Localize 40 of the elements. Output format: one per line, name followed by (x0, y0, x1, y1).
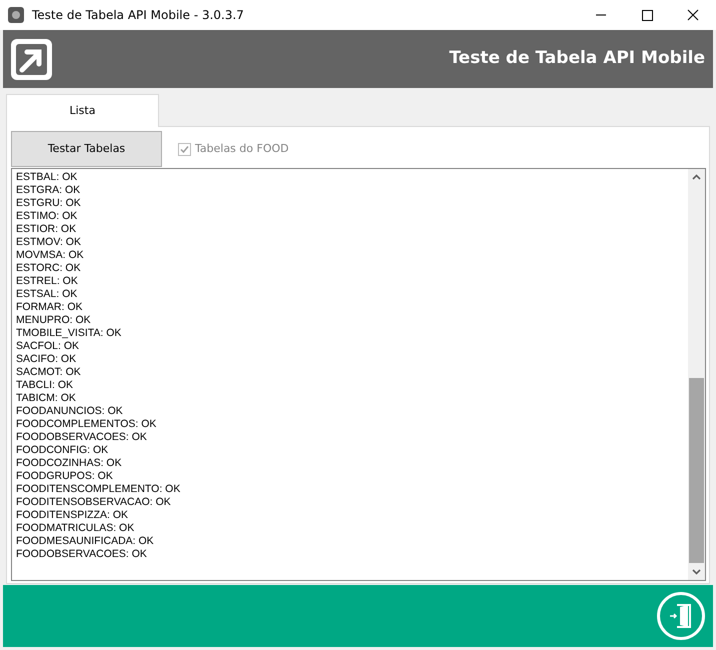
scrollbar[interactable] (688, 169, 705, 580)
log-line: ESTORC: OK (16, 262, 82, 275)
exit-button[interactable] (657, 592, 705, 640)
log-line: FOODGRUPOS: OK (16, 470, 114, 483)
log-line: FOODOBSERVACOES: OK (16, 431, 148, 444)
log-line: MOVMSA: OK (16, 249, 85, 262)
window-title: Teste de Tabela API Mobile - 3.0.3.7 (32, 7, 244, 24)
log-line: ESTREL: OK (16, 275, 79, 288)
log-line: ESTMOV: OK (16, 236, 82, 249)
log-line: MENUPRO: OK (16, 314, 92, 327)
log-line: ESTBAL: OK (16, 171, 78, 184)
log-line: ESTGRU: OK (16, 197, 82, 210)
log-line: TABCLI: OK (16, 379, 74, 392)
log-line: SACIFO: OK (16, 353, 78, 366)
log-line: ESTIOR: OK (16, 223, 78, 236)
log-line: ESTIMO: OK (16, 210, 78, 223)
header-title: Teste de Tabela API Mobile (449, 47, 705, 70)
log-line: FOODITENSCOMPLEMENTO: OK (16, 483, 182, 496)
logo-icon (11, 38, 52, 80)
log-line: FOODOBSERVACOES: OK (16, 548, 148, 561)
log-line: FOODMESAUNIFICADA: OK (16, 535, 155, 548)
log-line: FOODCOZINHAS: OK (16, 457, 123, 470)
app-icon (8, 7, 24, 23)
log-line: FOODCONFIG: OK (16, 444, 110, 457)
log-line: TABICM: OK (16, 392, 77, 405)
log-line: ESTSAL: OK (16, 288, 78, 301)
log-line: SACMOT: OK (16, 366, 82, 379)
log-line: FOODMATRICULAS: OK (16, 522, 136, 535)
scroll-thumb[interactable] (689, 378, 704, 563)
log-line: ESTGRA: OK (16, 184, 82, 197)
checkbox-label: Tabelas do FOOD (195, 140, 289, 157)
log-line: FOODCOMPLEMENTOS: OK (16, 418, 158, 431)
tab[interactable]: Lista (6, 94, 159, 127)
log-line: FOODANUNCIOS: OK (16, 405, 124, 418)
log-line: FORMAR: OK (16, 301, 84, 314)
log-line: TMOBILE_VISITA: OK (16, 327, 122, 340)
log-line: FOODITENSOBSERVACAO: OK (16, 496, 172, 509)
log-line: SACFOL: OK (16, 340, 80, 353)
test-button[interactable]: Testar Tabelas (11, 131, 162, 167)
log-line: FOODITENSPIZZA: OK (16, 509, 130, 522)
